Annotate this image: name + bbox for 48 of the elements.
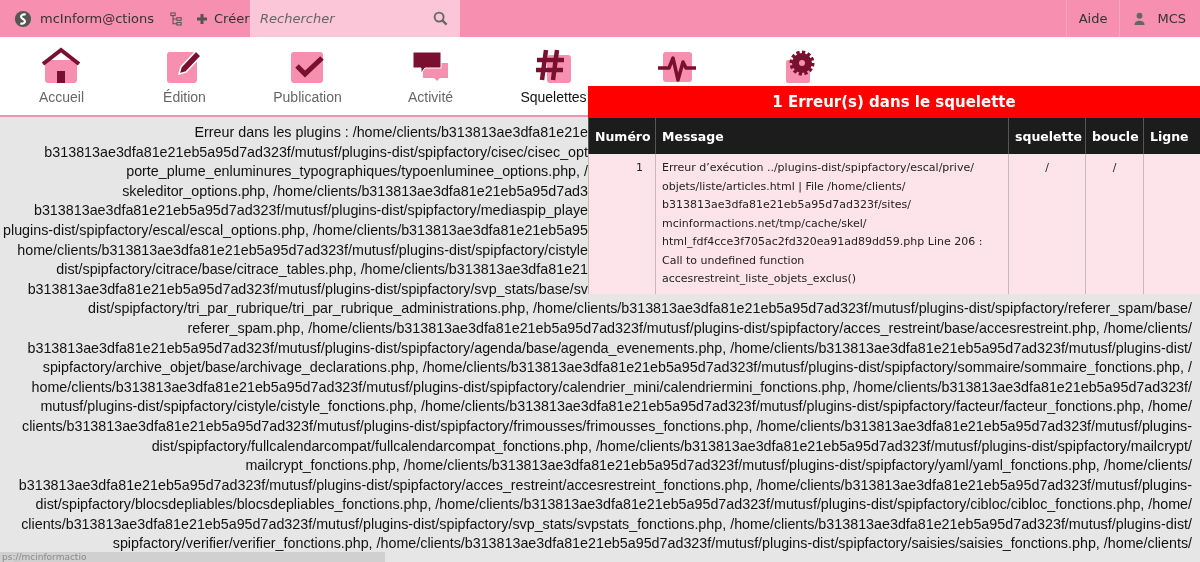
error-text-line: b313813ae3dfa81e21eb5a95d7ad323f/mutusf/plugins-dist/spipfactory/acces_restreint/accesrestreint_fonctions.php, /home/clients/b313813ae3dfa81e21eb5a95d7ad323f/mutusf/plugins- xyxy=(17,475,1192,495)
error-text-line: skeleditor_options.php, /home/clients/b313813ae3dfa81e21eb5a95d7ad3 xyxy=(121,181,588,201)
status-url: ps://mcinformactio xyxy=(0,552,385,562)
nav-tab[interactable]: Publication xyxy=(273,46,342,105)
nav-tab[interactable]: Édition xyxy=(163,46,206,105)
error-text-line: dist/spipfactory/blocsdepliables/blocsdepliables_fonctions.php, /home/clients/b313813ae3dfa81e21eb5a95d7ad323f/mutusf/plugins-dist/spipfactory/cibloc/cibloc_fonctions.php, /home/ xyxy=(34,495,1192,515)
error-text-line: dist/spipfactory/citrace/base/citrace_tables.php, /home/clients/b313813ae3dfa81e21 xyxy=(55,260,588,280)
error-text-line: plugins-dist/spipfactory/escal/escal_options.php, /home/clients/b313813ae3dfa81e21eb5a95 xyxy=(2,220,588,240)
user-menu[interactable]: MCS xyxy=(1120,0,1200,37)
site-name[interactable]: mcInform@ctions xyxy=(40,11,155,26)
error-text-line: clients/b313813ae3dfa81e21eb5a95d7ad323f/mutusf/plugins-dist/spipfactory/svp_stats/svpstats_fonctions.php, /home/clients/b313813ae3dfa81e21eb5a95d7ad323f/mutusf/plugins-dist/ xyxy=(20,514,1192,534)
search-field[interactable]: Rechercher xyxy=(250,0,460,37)
logo-icon xyxy=(14,9,32,28)
panel-title: 1 Erreur(s) dans le squelette xyxy=(588,86,1200,118)
error-text-line: referer_spam.php, /home/clients/b313813ae3dfa81e21eb5a95d7ad323f/mutusf/plugins-dist/spipfactory/acces_restreint/base/accesrestreint.php, /home/clients/ xyxy=(186,318,1192,338)
error-text-line: b313813ae3dfa81e21eb5a95d7ad323f/mutusf/plugins-dist/spipfactory/svp_stats/base/sv xyxy=(26,279,588,299)
error-text-line: dist/spipfactory/fullcalendarcompat/fullcalendarcompat_fonctions.php, /home/clients/b313813ae3dfa81e21eb5a95d7ad323f/mutusf/plugins-dist/spipfactory/mailcrypt/ xyxy=(150,436,1192,456)
error-text-line: b313813ae3dfa81e21eb5a95d7ad323f/mutusf/plugins-dist/spipfactory/mediaspip_playe xyxy=(32,201,588,221)
column-header: Message xyxy=(655,118,1009,154)
column-header: boucle xyxy=(1085,118,1144,154)
error-text-line: mailcrypt_fonctions.php, /home/clients/b313813ae3dfa81e21eb5a95d7ad323f/mutusf/plugins-dist/spipfactory/yaml/yaml_fonctions.php, /home/clients/ xyxy=(244,456,1192,476)
error-text-line: b313813ae3dfa81e21eb5a95d7ad323f/mutusf/plugins-dist/spipfactory/agenda/base/agenda_evenements.php, /home/clients/b313813ae3dfa81e21eb5a95d7ad323f/mutusf/plugins-dist/ xyxy=(26,338,1192,358)
table-cell: / xyxy=(1008,154,1086,294)
error-text-line: dist/spipfactory/tri_par_rubrique/tri_par_rubrique_administrations.php, /home/clients/b313813ae3dfa81e21eb5a95d7ad323f/mutusf/plugins-dist/spipfactory/referer_spam/base/ xyxy=(87,299,1192,319)
user-icon xyxy=(1134,12,1146,25)
error-text-line: mutusf/plugins-dist/spipfactory/cistyle/cistyle_fonctions.php, /home/clients/b313813ae3dfa81e21eb5a95d7ad323f/mutusf/plugins-dist/spipfactory/facteur/facteur_fonctions.php, /home/ xyxy=(39,397,1192,417)
error-text-line: Erreur dans les plugins : /home/clients/b313813ae3dfa81e21e xyxy=(193,123,588,142)
error-text-line: spipfactory/verifier/verifier_fonctions.php, /home/clients/b313813ae3dfa81e21eb5a95d7ad323f/mutusf/plugins-dist/spipfactory/saisies/saisies_fonctions.php, /home/clients/ xyxy=(111,534,1192,554)
table-cell: Erreur d’exécution ../plugins-dist/spipfactory/escal/prive/ objets/liste/articles.html | File /home/clients/ b313813ae3dfa81e21eb5a95d7ad323f/sites/ mcinformactions.net/tmp/cache/skel/ html_fdf4cce3f705ac2fd320ea91ad89dd59.php Line 206 : Call to undefined function accesrestreint_liste_objets_exclus() xyxy=(655,154,1009,294)
error-text-line: clients/b313813ae3dfa81e21eb5a95d7ad323f/mutusf/plugins-dist/spipfactory/frimousses/frimousses_fonctions.php, /home/clients/b313813ae3dfa81e21eb5a95d7ad323f/mutusf/plugins- xyxy=(21,416,1192,436)
column-header: Numéro xyxy=(588,118,656,154)
nav-tab[interactable]: Squelettes xyxy=(520,46,587,105)
create-button[interactable]: Créer xyxy=(196,11,250,26)
search-icon[interactable] xyxy=(433,11,448,26)
table-cell: 1 xyxy=(588,154,656,294)
column-header: squelette xyxy=(1008,118,1086,154)
error-text-line: porte_plume_enluminures_typographiques/typoenluminee_options.php, / xyxy=(125,162,588,182)
tree-icon[interactable] xyxy=(170,11,183,26)
column-header: Ligne xyxy=(1143,118,1200,154)
house-icon xyxy=(41,46,82,86)
error-text-line: b313813ae3dfa81e21eb5a95d7ad323f/mutusf/plugins-dist/spipfactory/cisec/cisec_opt xyxy=(43,142,588,162)
plus-icon xyxy=(196,12,209,25)
nav-tab[interactable]: Activité xyxy=(407,46,454,105)
table-cell: / xyxy=(1085,154,1144,294)
error-text-line: home/clients/b313813ae3dfa81e21eb5a95d7ad323f/mutusf/plugins-dist/spipfactory/cistyle xyxy=(16,240,588,260)
error-text-line: spipfactory/archive_objet/base/archivage_declarations.php, /home/clients/b313813ae3dfa81e21eb5a95d7ad323f/mutusf/plugins-dist/spipfactory/sommaire/sommaire_fonctions.php, / xyxy=(41,358,1192,378)
nav-tab[interactable]: Accueil xyxy=(38,46,85,105)
error-text-line: home/clients/b313813ae3dfa81e21eb5a95d7ad323f/mutusf/plugins-dist/spipfactory/calendrier_mini/calendriermini_fonctions.php, /home/clients/b313813ae3dfa81e21eb5a95d7ad323f/ xyxy=(30,377,1192,397)
